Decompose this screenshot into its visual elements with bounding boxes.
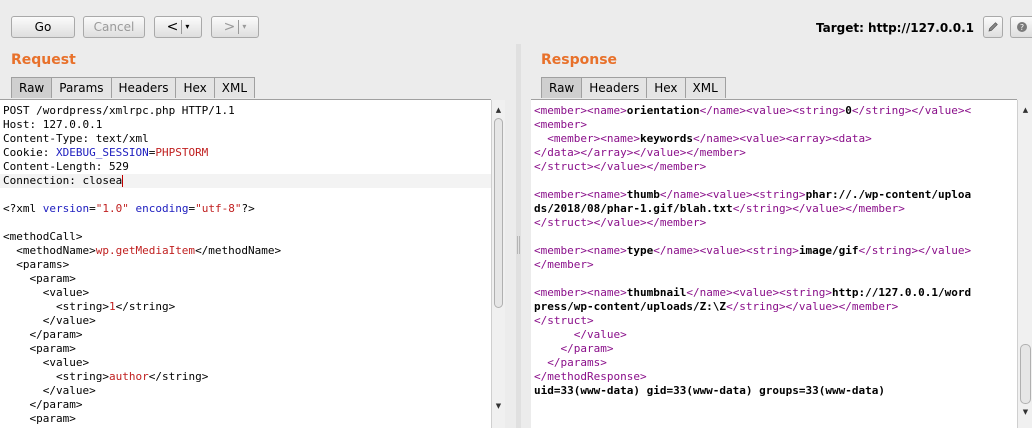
text-caret [122,175,124,187]
request-line: <methodCall> [3,230,83,243]
response-tabs: Raw Headers Hex XML [541,77,726,99]
request-line: POST /wordpress/xmlrpc.php HTTP/1.1 [3,104,235,117]
request-string-line: <string>author</string> [3,370,209,383]
request-string-line: <string>1</string> [3,300,176,313]
pencil-icon [988,22,998,32]
command-output-line: uid=33(www-data) gid=33(www-data) groups… [534,384,885,397]
method-name-line: <methodName>wp.getMediaItem</methodName> [3,244,282,257]
response-blank-line [531,174,1017,188]
target-label: Target: http://127.0.0.1 [815,21,974,35]
request-line: <param> [3,272,76,285]
forward-arrow-icon: > [223,19,236,35]
forward-button[interactable]: > ▾ [211,16,259,38]
response-line: ds/2018/08/phar-1.gif/blah.txt</string><… [534,202,905,215]
go-button[interactable]: Go [11,16,75,38]
response-line: </value> [534,328,627,341]
request-tab-hex[interactable]: Hex [175,77,215,98]
help-button[interactable]: ? [1010,16,1032,38]
request-line: </value> [3,314,96,327]
cookie-value: PHPSTORM [155,146,209,159]
edit-target-button[interactable] [983,16,1003,38]
request-line: <value> [3,356,90,369]
response-line: <member><name>type</name><value><string>… [534,244,972,257]
response-line: <member><name>orientation</name><value><… [534,104,972,117]
response-scroll-thumb[interactable] [1020,344,1031,404]
cancel-button[interactable]: Cancel [83,16,145,38]
response-editor[interactable]: <member><name>orientation</name><value><… [531,99,1017,428]
response-line: </params> [534,356,607,369]
response-line: </member> [534,258,594,271]
request-editor[interactable]: POST /wordpress/xmlrpc.php HTTP/1.1 Host… [0,99,491,428]
request-tab-raw[interactable]: Raw [11,77,53,98]
response-line: <member><name>keywords</name><value><arr… [547,132,872,145]
response-tab-xml[interactable]: XML [684,77,726,98]
back-button[interactable]: < ▾ [154,16,202,38]
response-line: </struct> [534,314,594,327]
help-icon: ? [1016,22,1027,32]
xml-declaration: <?xml version="1.0" encoding="utf-8"?> [3,202,255,215]
request-scroll-thumb[interactable] [494,118,503,308]
scroll-down-icon[interactable]: ▼ [492,400,505,412]
request-scrollbar[interactable]: ▲ ▼ [491,100,505,428]
toolbar: Go Cancel < ▾ > ▾ Target: http://127.0.0… [0,0,1032,44]
scroll-down-icon[interactable]: ▼ [1018,406,1032,418]
request-blank-line [0,188,491,202]
response-blank-line [531,230,1017,244]
back-arrow-icon: < [166,19,179,35]
response-line: <member><name>thumb</name><value><string… [534,188,972,201]
response-line: </param> [534,342,614,355]
request-tab-xml[interactable]: XML [213,77,256,98]
cookie-prefix: Cookie: [3,146,56,159]
forward-separator [238,20,240,34]
request-line: <param> [3,412,76,425]
response-line: </methodResponse> [534,370,647,383]
method-name-value: wp.getMediaItem [95,244,196,257]
request-line: <param> [3,342,76,355]
svg-text:?: ? [1019,23,1023,32]
response-line: </data></array></value></member> [534,146,746,159]
request-line: Content-Length: 529 [3,160,129,173]
request-line: </param> [3,398,83,411]
response-tab-hex[interactable]: Hex [646,77,686,98]
request-current-line: Connection: closea [0,174,491,188]
request-line: </param> [3,328,83,341]
response-blank-line [531,272,1017,286]
request-title: Request [11,52,76,68]
response-scrollbar[interactable]: ▲ ▼ [1017,100,1032,428]
response-line: </struct></value></member> [534,160,707,173]
scroll-up-icon[interactable]: ▲ [1018,104,1032,116]
response-line: </struct></value></member> [534,216,707,229]
divider-grip-icon[interactable] [517,236,520,254]
scroll-up-icon[interactable]: ▲ [492,104,505,116]
request-tabs: Raw Params Headers Hex XML [11,77,256,99]
connection-text: Connection: closea [3,174,123,187]
request-line: Content-Type: text/xml [3,132,149,145]
response-line: press/wp-content/uploads/Z:\Z</string></… [534,300,899,313]
back-separator [181,20,183,34]
request-tab-params[interactable]: Params [51,77,112,98]
request-line: </value> [3,384,96,397]
request-line: <params> [3,258,70,271]
request-cookie-line: Cookie: XDEBUG_SESSION=PHPSTORM [0,146,491,160]
back-dropdown-icon[interactable]: ▾ [185,23,189,31]
request-blank-line [0,216,491,230]
request-tab-headers[interactable]: Headers [110,77,177,98]
request-line: <value> [3,286,90,299]
response-tab-raw[interactable]: Raw [541,77,583,98]
cookie-name: XDEBUG_SESSION [55,146,149,159]
response-line: <member> [534,118,587,131]
request-line: Host: 127.0.0.1 [3,118,103,131]
response-line: <member><name>thumbnail</name><value><st… [534,286,972,299]
response-tab-headers[interactable]: Headers [581,77,648,98]
response-title: Response [541,52,618,68]
forward-dropdown-icon[interactable]: ▾ [242,23,246,31]
